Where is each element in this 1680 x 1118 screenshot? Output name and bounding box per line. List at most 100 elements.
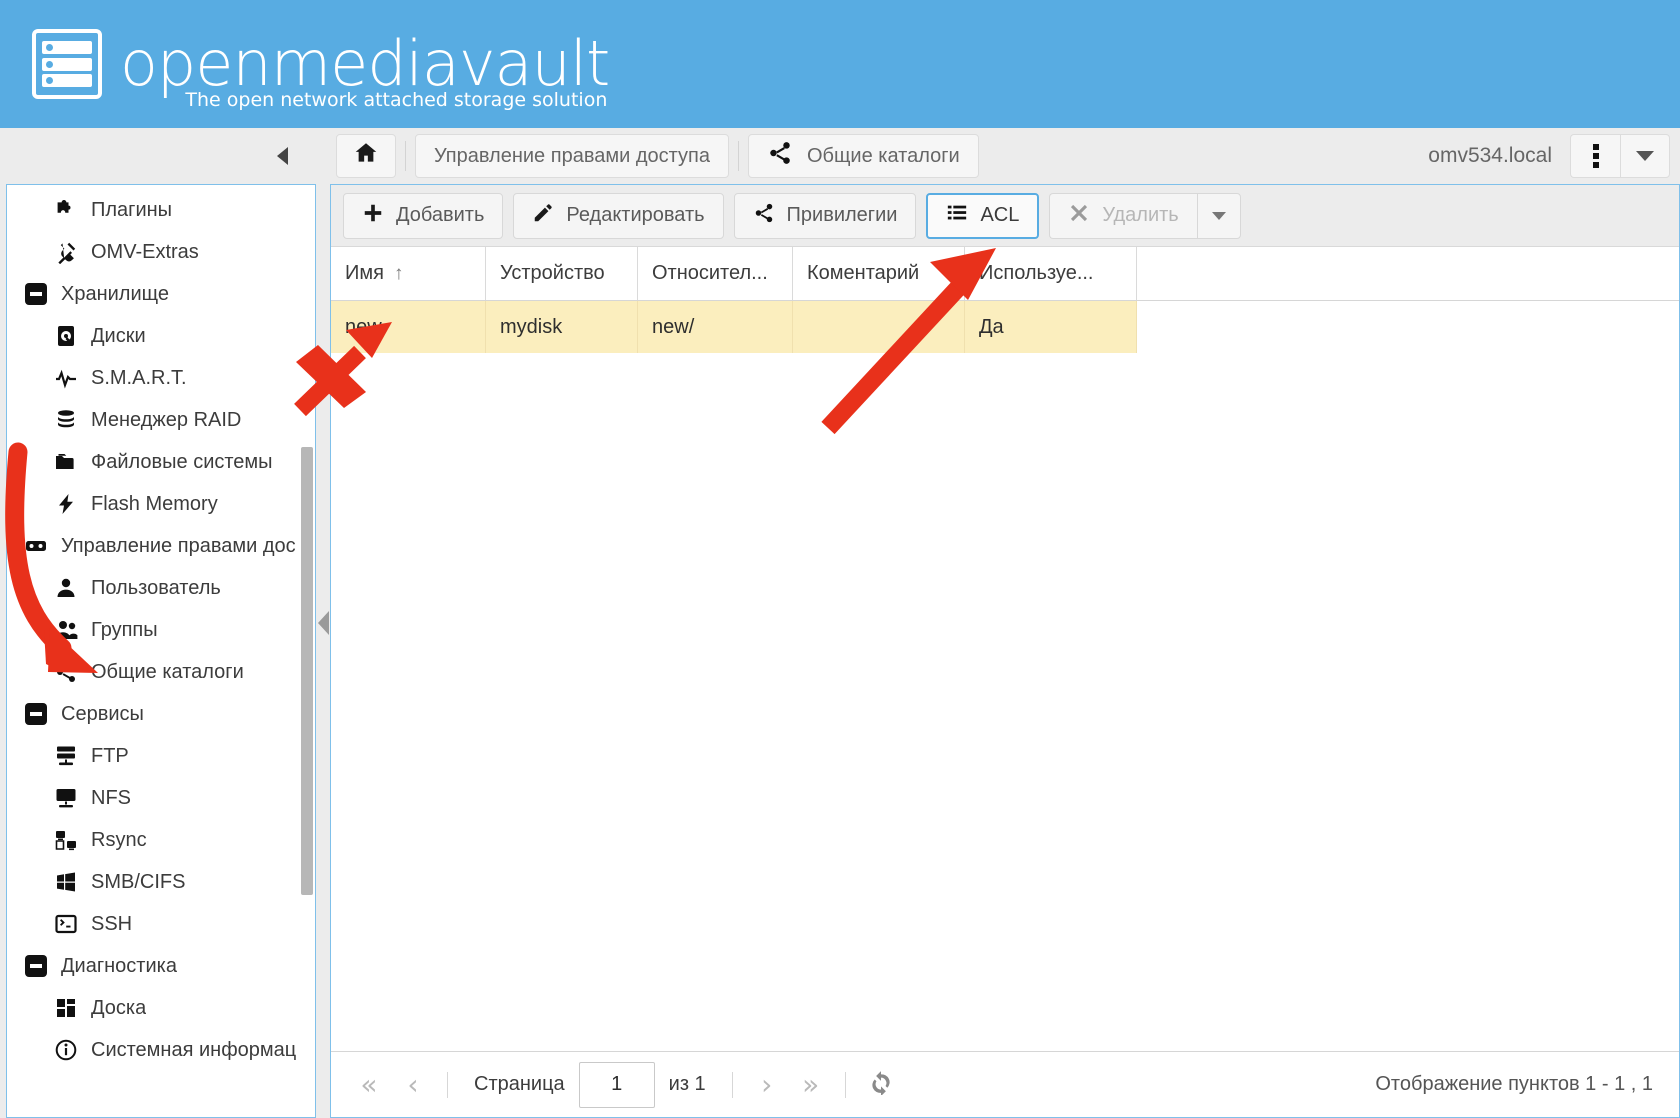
sidebar-item-2[interactable]: Хранилище	[7, 273, 315, 315]
sync-devices-icon	[53, 827, 79, 853]
share-icon	[767, 140, 793, 172]
sidebar-item-16[interactable]: SMB/CIFS	[7, 861, 315, 903]
splitter-collapse-handle[interactable]	[317, 611, 329, 635]
column-header-label: Имя	[345, 262, 384, 284]
sidebar-scrollbar[interactable]	[301, 447, 313, 895]
share-icon	[53, 659, 79, 685]
sidebar-item-13[interactable]: FTP	[7, 735, 315, 777]
sidebar-item-6[interactable]: Файловые системы	[7, 441, 315, 483]
hostname-label: omv534.local	[1428, 144, 1552, 167]
divider	[737, 141, 739, 171]
dashboard-icon	[53, 995, 79, 1021]
sidebar-item-5[interactable]: Менеджер RAID	[7, 399, 315, 441]
page-number-input[interactable]	[578, 1061, 655, 1108]
column-header-label: Используе...	[979, 262, 1094, 284]
breadcrumb-item-access-rights[interactable]: Управление правами доступа	[415, 134, 729, 178]
breadcrumb-label: Управление правами доступа	[434, 144, 710, 167]
topbar-dropdown-button[interactable]	[1620, 134, 1670, 178]
sort-arrow-icon: ↑	[393, 262, 404, 284]
kebab-menu-button[interactable]	[1570, 134, 1620, 178]
sidebar-splitter[interactable]	[316, 128, 330, 1118]
sidebar: Плагины OMV-Extras Хранилище Диски S.M.A.R.T…	[0, 128, 330, 1118]
sidebar-item-1[interactable]: OMV-Extras	[7, 231, 315, 273]
sidebar-item-15[interactable]: Rsync	[7, 819, 315, 861]
group-collapse-icon	[23, 281, 49, 307]
column-header-4[interactable]: Используе...	[965, 247, 1137, 300]
sidebar-item-label: Файловые системы	[91, 450, 273, 473]
add-label: Добавить	[396, 204, 485, 226]
sidebar-item-20[interactable]: Системная информац	[7, 1029, 315, 1071]
sidebar-item-4[interactable]: S.M.A.R.T.	[7, 357, 315, 399]
sidebar-item-label: Диски	[91, 324, 146, 347]
sidebar-item-12[interactable]: Сервисы	[7, 693, 315, 735]
terminal-icon	[53, 911, 79, 937]
edit-label: Редактировать	[566, 204, 705, 226]
sidebar-item-7[interactable]: Flash Memory	[7, 483, 315, 525]
column-header-2[interactable]: Относител...	[638, 247, 793, 300]
table-row[interactable]: new mydisk new/Да	[331, 301, 1679, 353]
sidebar-item-19[interactable]: Доска	[7, 987, 315, 1029]
windows-icon	[53, 869, 79, 895]
last-page-button[interactable]: »	[789, 1063, 833, 1107]
column-header-1[interactable]: Устройство	[486, 247, 638, 300]
grid-body: new mydisk new/Да	[331, 301, 1679, 1051]
sidebar-item-10[interactable]: Группы	[7, 609, 315, 651]
sidebar-item-label: Группы	[91, 618, 158, 641]
sidebar-item-18[interactable]: Диагностика	[7, 945, 315, 987]
privileges-label: Привилегии	[786, 204, 898, 226]
privileges-button[interactable]: Привилегии	[733, 192, 917, 239]
sidebar-item-3[interactable]: Диски	[7, 315, 315, 357]
info-icon	[53, 1037, 79, 1063]
list-icon	[946, 202, 968, 230]
first-page-button[interactable]: «	[347, 1063, 391, 1107]
kebab-menu-icon	[1592, 144, 1599, 168]
sidebar-item-label: FTP	[91, 744, 129, 767]
collapse-left-icon[interactable]	[277, 147, 288, 165]
sidebar-item-label: S.M.A.R.T.	[91, 366, 187, 389]
breadcrumb-item-shared-folders[interactable]: Общие каталоги	[747, 134, 979, 178]
sidebar-item-label: Диагностика	[61, 954, 177, 977]
key-icon	[23, 533, 49, 559]
add-button[interactable]: Добавить	[343, 192, 504, 239]
top-navigation-bar: Управление правами доступа Общие каталог…	[330, 128, 1680, 184]
delete-label: Удалить	[1102, 204, 1179, 226]
sidebar-item-14[interactable]: NFS	[7, 777, 315, 819]
delete-dropdown-button[interactable]	[1196, 192, 1241, 239]
column-header-0[interactable]: Имя ↑	[331, 247, 486, 300]
home-button[interactable]	[336, 134, 396, 178]
column-header-filler	[1137, 247, 1679, 300]
sidebar-item-label: Пользователь	[91, 576, 221, 599]
acl-button[interactable]: ACL	[926, 192, 1040, 239]
divider	[447, 1071, 448, 1098]
pagination-bar: « ‹ Страница из 1 › » Отображение	[331, 1051, 1679, 1117]
plus-icon	[362, 202, 384, 230]
cell-device: mydisk	[486, 301, 638, 353]
edit-button[interactable]: Редактировать	[513, 192, 724, 239]
main-area: Управление правами доступа Общие каталог…	[330, 128, 1680, 1118]
user-icon	[53, 575, 79, 601]
column-header-3[interactable]: Коментарий	[793, 247, 965, 300]
divider	[405, 141, 406, 171]
refresh-button[interactable]	[858, 1063, 904, 1107]
sidebar-item-17[interactable]: SSH	[7, 903, 315, 945]
page-total-label: из 1	[668, 1073, 706, 1095]
sidebar-item-11[interactable]: Общие каталоги	[7, 651, 315, 693]
sidebar-item-0[interactable]: Плагины	[7, 189, 315, 231]
sidebar-item-8[interactable]: Управление правами дос	[7, 525, 315, 567]
sidebar-item-label: Сервисы	[61, 702, 144, 725]
prev-page-button[interactable]: ‹	[391, 1063, 435, 1107]
column-header-label: Коментарий	[807, 262, 920, 284]
folder-icon	[53, 449, 79, 475]
cell-relative: new/	[638, 301, 793, 353]
app-body: Плагины OMV-Extras Хранилище Диски S.M.A.R.T…	[0, 128, 1680, 1118]
pagination-status: Отображение пунктов 1 - 1 , 1	[1375, 1073, 1653, 1095]
delete-button[interactable]: Удалить	[1049, 192, 1197, 239]
sidebar-item-label: Общие каталоги	[91, 660, 244, 683]
breadcrumb-label: Общие каталоги	[806, 144, 960, 167]
plug-icon	[53, 239, 79, 265]
cell-used: Да	[965, 301, 1137, 353]
sidebar-item-9[interactable]: Пользователь	[7, 567, 315, 609]
grid-header-row: Имя ↑ Устройство Относител... Коментарий Испо…	[331, 247, 1679, 301]
next-page-button[interactable]: ›	[745, 1063, 789, 1107]
brand-title: openmediavault	[120, 27, 610, 100]
